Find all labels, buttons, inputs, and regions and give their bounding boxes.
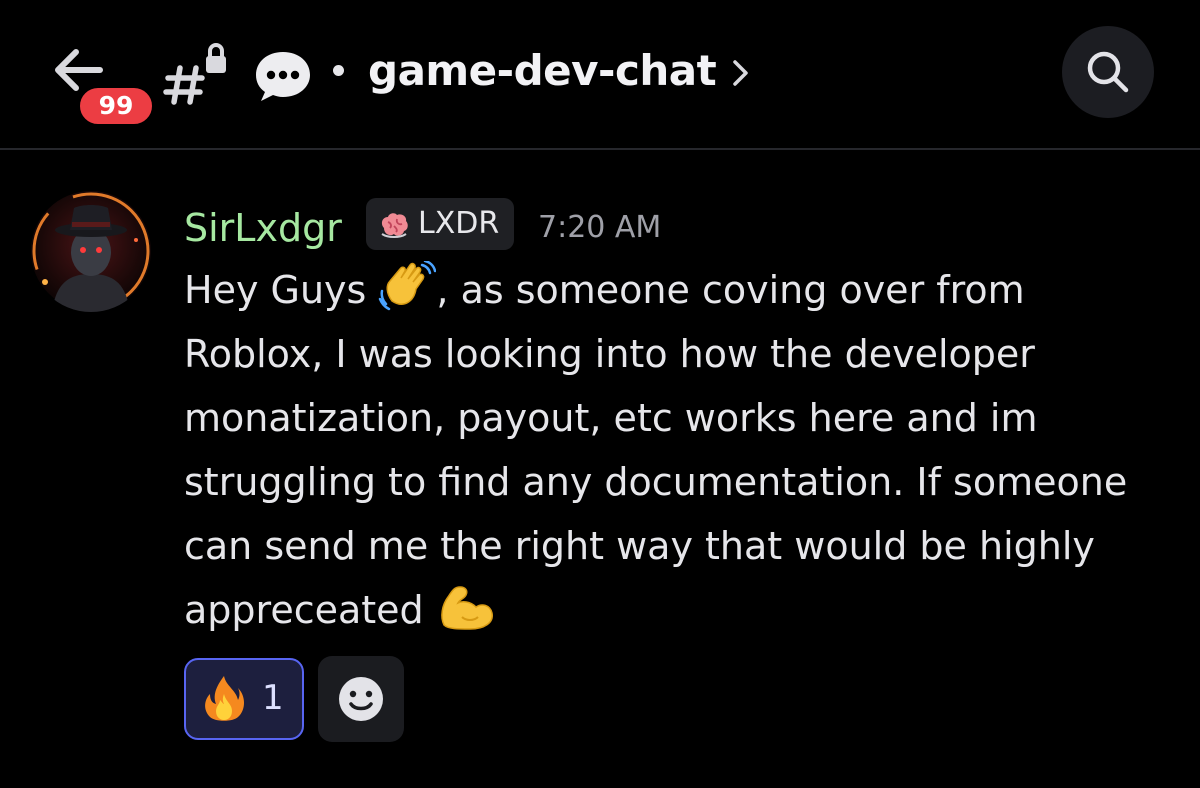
- chat-message: SirLxdgr LXDR 7:20 AM Hey Guys , as some…: [0, 150, 1200, 788]
- smiley-face-icon: [339, 677, 383, 721]
- role-tag-label: LXDR: [418, 206, 500, 241]
- search-icon: [1087, 51, 1129, 93]
- text-segment: Hey Guys: [184, 268, 379, 312]
- unread-badge: 99: [76, 84, 156, 128]
- private-channel-hash-icon: [160, 42, 232, 106]
- message-author[interactable]: SirLxdgr: [184, 206, 342, 250]
- chevron-right-icon[interactable]: [730, 56, 752, 90]
- message-timestamp: 7:20 AM: [538, 210, 662, 245]
- thread-chat-bubble-icon: [252, 48, 314, 104]
- flexed-biceps-icon: [436, 581, 496, 652]
- text-segment: , as someone coving over from: [436, 268, 1025, 312]
- reaction-fire[interactable]: 1: [184, 658, 304, 740]
- message-line: can send me the right way that would be …: [184, 524, 1095, 568]
- text-segment: appreceated: [184, 588, 436, 632]
- brain-icon: [378, 210, 410, 244]
- message-line: monatization, payout, etc works here and…: [184, 396, 1038, 440]
- message-line: Hey Guys , as someone coving over from: [184, 258, 1184, 322]
- channel-header: 99 game-dev-chat: [0, 0, 1200, 150]
- role-tag[interactable]: LXDR: [366, 198, 514, 250]
- search-button[interactable]: [1062, 26, 1154, 118]
- message-line: Roblox, I was looking into how the devel…: [184, 332, 1035, 376]
- message-line: struggling to find any documentation. If…: [184, 460, 1128, 504]
- channel-title[interactable]: game-dev-chat: [368, 46, 717, 95]
- fire-icon: [200, 674, 248, 728]
- avatar[interactable]: [30, 190, 152, 312]
- message-body: Hey Guys , as someone coving over from R…: [184, 258, 1184, 642]
- add-reaction-button[interactable]: [318, 656, 404, 742]
- reaction-count: 1: [262, 678, 284, 718]
- message-line: appreceated: [184, 578, 1184, 642]
- separator-dot: [333, 65, 344, 76]
